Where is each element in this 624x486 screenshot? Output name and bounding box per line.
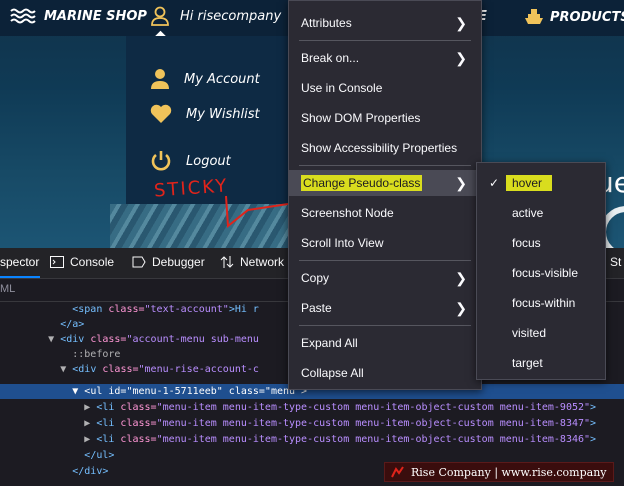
tab-debugger[interactable]: Debugger — [132, 255, 205, 269]
submenu-item-logout[interactable]: Logout — [150, 150, 231, 172]
submenu-item-my-account[interactable]: My Account — [150, 68, 260, 90]
tab-network[interactable]: Network — [220, 255, 284, 269]
markup-line[interactable]: ▶ <li class="menu-item menu-item-type-cu… — [0, 416, 624, 431]
pseudo-item-focus-visible[interactable]: focus-visible — [477, 259, 605, 287]
user-icon — [151, 69, 169, 89]
menu-item-label: Expand All — [301, 336, 358, 350]
menu-item-label: Break on... — [301, 51, 360, 65]
power-icon — [151, 151, 171, 171]
rise-logo-icon — [391, 466, 404, 478]
menu-item-label: Change Pseudo-class — [301, 175, 423, 191]
context-menu: Attributes ❯ Break on... ❯ Use in Consol… — [288, 0, 482, 390]
debugger-icon — [132, 256, 146, 268]
tab-label: spector — [0, 255, 40, 269]
heart-icon — [150, 104, 172, 123]
pseudo-item-label: focus-within — [512, 296, 576, 310]
markup-line[interactable]: </ul> — [0, 448, 624, 463]
menu-item-label: Screenshot Node — [301, 206, 394, 220]
pseudo-item-target[interactable]: target — [477, 349, 605, 377]
pseudo-item-focus[interactable]: focus — [477, 229, 605, 257]
pseudo-item-label: hover — [506, 175, 553, 191]
menu-item-label: Use in Console — [301, 81, 383, 95]
menu-item-label: Show Accessibility Properties — [301, 141, 458, 155]
tab-label: Debugger — [152, 255, 205, 269]
waves-icon — [10, 8, 36, 24]
menu-item-collapse-all[interactable]: Collapse All — [289, 360, 481, 386]
menu-separator — [299, 165, 471, 166]
menu-item-label: Collapse All — [301, 366, 364, 380]
menu-separator — [299, 325, 471, 326]
account-greeting[interactable]: Hi risecompany — [150, 6, 281, 26]
watermark-badge: Rise Company | www.rise.company — [384, 462, 614, 482]
network-arrows-icon — [220, 256, 234, 268]
pseudo-item-hover[interactable]: ✓ hover — [477, 169, 605, 197]
chevron-right-icon: ❯ — [455, 300, 467, 316]
submenu-label: Logout — [186, 153, 231, 169]
checkmark-icon: ✓ — [489, 176, 500, 190]
tab-inspector[interactable]: spector — [0, 255, 39, 269]
menu-item-scroll-into-view[interactable]: Scroll Into View — [289, 230, 481, 256]
submenu-label: My Wishlist — [186, 106, 260, 122]
greeting-text: Hi risecompany — [180, 8, 282, 24]
chevron-right-icon: ❯ — [455, 15, 467, 31]
menu-item-expand-all[interactable]: Expand All — [289, 330, 481, 356]
submenu-label: My Account — [184, 71, 260, 87]
tab-label: Network — [240, 255, 285, 269]
menu-item-label: Copy — [301, 271, 330, 285]
menu-item-change-pseudo-class[interactable]: Change Pseudo-class ❯ — [289, 170, 481, 196]
menu-separator — [299, 260, 471, 261]
pseudo-item-label: target — [512, 356, 543, 370]
menu-item-label: Attributes — [301, 16, 352, 30]
chevron-right-icon: ❯ — [455, 50, 467, 66]
menu-item-label: Show DOM Properties — [301, 111, 421, 125]
pseudo-item-label: active — [512, 206, 544, 220]
markup-line[interactable]: ▶ <li class="menu-item menu-item-type-cu… — [0, 432, 624, 447]
tab-label: Console — [70, 255, 115, 269]
menu-item-show-accessibility-properties[interactable]: Show Accessibility Properties — [289, 135, 481, 161]
menu-item-use-in-console[interactable]: Use in Console — [289, 75, 481, 101]
menu-separator — [299, 40, 471, 41]
tab-console[interactable]: Console — [50, 255, 114, 269]
pseudo-item-active[interactable]: active — [477, 199, 605, 227]
menu-item-label: Scroll Into View — [301, 236, 384, 250]
menu-item-show-dom-properties[interactable]: Show DOM Properties — [289, 105, 481, 131]
site-logo[interactable]: MARINE SHOP — [10, 8, 147, 24]
pseudo-item-label: focus-visible — [512, 266, 579, 280]
ship-icon — [525, 9, 543, 24]
pseudo-item-label: visited — [512, 326, 547, 340]
tab-label: St — [610, 255, 622, 269]
markup-line[interactable]: ▶ <li class="menu-item menu-item-type-cu… — [0, 400, 624, 415]
pseudo-item-focus-within[interactable]: focus-within — [477, 289, 605, 317]
watermark-text: Rise Company | www.rise.company — [411, 465, 607, 479]
menu-item-label: Paste — [301, 301, 332, 315]
pseudo-item-visited[interactable]: visited — [477, 319, 605, 347]
tab-style-editor-partial[interactable]: St — [610, 255, 621, 269]
chevron-right-icon: ❯ — [455, 270, 467, 286]
menu-item-screenshot-node[interactable]: Screenshot Node — [289, 200, 481, 226]
pseudo-item-label: focus — [512, 236, 541, 250]
user-outline-icon — [151, 6, 169, 26]
site-logo-text: MARINE SHOP — [44, 8, 147, 24]
menu-item-copy[interactable]: Copy ❯ — [289, 265, 481, 291]
submenu-item-my-wishlist[interactable]: My Wishlist — [150, 104, 260, 124]
pseudo-class-submenu: ✓ hover active focus focus-visible focus… — [476, 162, 606, 380]
nav-item-products[interactable]: PRODUCTS — [524, 8, 624, 26]
console-icon — [50, 256, 64, 268]
menu-item-attributes[interactable]: Attributes ❯ — [289, 10, 481, 36]
menu-item-break-on[interactable]: Break on... ❯ — [289, 45, 481, 71]
active-tab-indicator — [0, 276, 40, 278]
hero-background-image — [110, 204, 290, 248]
search-placeholder: ML — [0, 283, 16, 295]
chevron-right-icon: ❯ — [455, 175, 467, 191]
menu-item-paste[interactable]: Paste ❯ — [289, 295, 481, 321]
products-label: PRODUCTS — [550, 9, 624, 25]
